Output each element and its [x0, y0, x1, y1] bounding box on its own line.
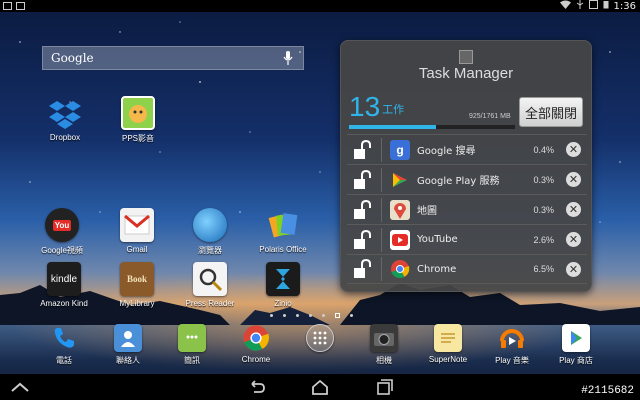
close-icon[interactable]: ✕	[566, 261, 581, 277]
unlock-icon[interactable]	[351, 229, 373, 251]
image-notification-icon	[16, 2, 25, 10]
wifi-icon	[559, 0, 571, 12]
dock-play-store[interactable]: Play 商店	[538, 324, 614, 366]
memory-usage-fill	[349, 125, 437, 129]
chrome-icon	[390, 259, 410, 279]
task-manager-title: Task Manager	[418, 65, 514, 82]
app-pps[interactable]: PPS影音	[100, 96, 176, 144]
play-music-icon	[498, 324, 526, 352]
app-amazon-kindle[interactable]: kindle Amazon Kind	[26, 262, 102, 308]
google-search-bar[interactable]: Google	[42, 46, 304, 70]
google-search-icon: g	[390, 139, 410, 160]
task-manager-widget: Task Manager 13 工作 925/1761 MB 全部關閉 g Go…	[340, 40, 592, 292]
browser-globe-icon	[193, 208, 227, 242]
notification-icon	[3, 2, 12, 10]
task-row[interactable]: Chrome 6.5% ✕	[347, 254, 587, 284]
dock: 電話 聯絡人 簡訊 Chrome 相機 SuperNote Play 音樂 Pl…	[0, 324, 640, 374]
task-row[interactable]: Google Play 服務 0.3% ✕	[347, 164, 587, 194]
contacts-icon	[114, 324, 142, 352]
app-mylibrary[interactable]: Book MyLibrary	[99, 262, 175, 308]
page-dot[interactable]	[283, 314, 286, 317]
camera-icon	[370, 324, 398, 352]
back-icon[interactable]	[246, 378, 266, 396]
polaris-office-icon	[266, 208, 300, 242]
pps-icon	[121, 96, 155, 130]
task-list: g Google 搜尋 0.4% ✕ Google Play 服務 0.3% ✕	[347, 134, 587, 284]
book-icon: Book	[120, 262, 154, 296]
play-store-icon	[562, 324, 590, 352]
app-browser[interactable]: 瀏覽器	[172, 208, 248, 256]
app-press-reader[interactable]: Press Reader	[172, 262, 248, 308]
page-dot[interactable]	[322, 314, 325, 317]
zinio-icon	[266, 262, 300, 296]
close-icon[interactable]: ✕	[566, 172, 581, 187]
page-dot[interactable]	[350, 314, 353, 317]
close-icon[interactable]: ✕	[566, 232, 581, 247]
youtube-icon	[390, 229, 410, 250]
page-dot[interactable]	[270, 314, 273, 317]
watermark: #2115682	[581, 385, 634, 397]
app-polaris-office[interactable]: Polaris Office	[245, 208, 321, 254]
gmail-icon	[120, 208, 154, 242]
page-dot[interactable]	[296, 314, 299, 317]
close-all-button[interactable]: 全部關閉	[519, 97, 583, 127]
app-youtube-video[interactable]: You Google視頻	[24, 208, 100, 256]
youtube-icon: You	[45, 208, 79, 242]
task-row[interactable]: YouTube 2.6% ✕	[347, 224, 587, 254]
page-dot[interactable]	[309, 314, 312, 317]
close-icon[interactable]: ✕	[566, 142, 581, 157]
messaging-icon	[178, 324, 206, 352]
unlock-icon[interactable]	[351, 199, 373, 221]
chrome-icon	[242, 324, 270, 352]
dropbox-icon	[48, 96, 82, 130]
app-gmail[interactable]: Gmail	[99, 208, 175, 254]
usb-icon	[576, 0, 584, 12]
sim-icon	[588, 0, 598, 12]
page-indicator	[270, 313, 353, 318]
unlock-icon[interactable]	[351, 139, 373, 161]
unlock-icon[interactable]	[351, 169, 373, 191]
page-dot-active[interactable]	[335, 313, 340, 318]
memory-usage-bar	[349, 125, 515, 129]
home-icon[interactable]	[310, 378, 330, 396]
microphone-icon[interactable]	[281, 50, 295, 66]
maps-icon	[390, 199, 410, 220]
play-services-icon	[390, 170, 410, 190]
unlock-icon[interactable]	[351, 258, 373, 280]
task-row[interactable]: 地圖 0.3% ✕	[347, 194, 587, 224]
battery-icon	[603, 0, 609, 12]
app-dropbox[interactable]: Dropbox	[27, 96, 103, 142]
status-bar: 1:36	[0, 0, 640, 12]
app-zinio[interactable]: Zinio	[245, 262, 321, 308]
task-count: 13 工作	[349, 91, 405, 122]
close-icon[interactable]: ✕	[566, 202, 581, 217]
navigation-bar	[0, 374, 640, 400]
magnifier-icon	[193, 262, 227, 296]
task-manager-icon	[459, 50, 473, 64]
kindle-icon: kindle	[47, 262, 81, 296]
chevron-up-icon[interactable]	[10, 378, 30, 396]
google-logo: Google	[51, 51, 94, 65]
phone-icon	[50, 324, 78, 352]
app-drawer-icon	[306, 324, 334, 352]
supernote-icon	[434, 324, 462, 352]
clock: 1:36	[613, 0, 636, 12]
task-row[interactable]: g Google 搜尋 0.4% ✕	[347, 134, 587, 164]
recent-apps-icon[interactable]	[374, 378, 394, 396]
memory-usage-text: 925/1761 MB	[469, 113, 511, 120]
